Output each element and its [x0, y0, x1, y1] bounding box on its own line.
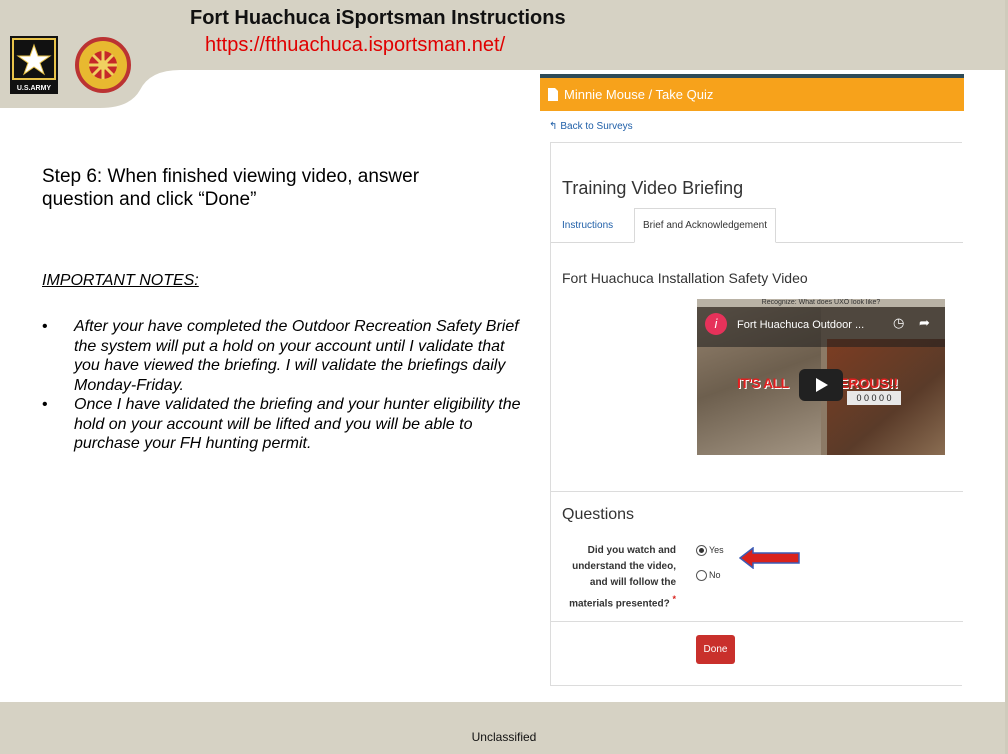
video-overlay-text-left: IT'S ALL: [737, 375, 789, 391]
note-text: Once I have validated the briefing and y…: [74, 396, 521, 452]
classification-label: Unclassified: [471, 730, 537, 744]
pointer-arrow-icon: [739, 547, 800, 569]
fort-huachuca-crest-icon: [75, 37, 131, 93]
video-player[interactable]: Recognize: What does UXO look like? i Fo…: [697, 299, 945, 455]
radio-option-no[interactable]: No: [696, 570, 721, 581]
step-instruction: Step 6: When finished viewing video, ans…: [42, 166, 420, 210]
watch-later-icon[interactable]: ◷: [893, 315, 904, 331]
radio-option-yes[interactable]: Yes: [696, 545, 724, 556]
bullet-icon: •: [42, 318, 48, 335]
video-overlay-text-right: EROUS!!: [839, 375, 899, 391]
list-item: • Once I have validated the briefing and …: [42, 395, 532, 454]
question-text: Did you watch and understand the video, …: [569, 545, 676, 610]
video-heading: Fort Huachuca Installation Safety Video: [562, 270, 808, 286]
radio-yes-label: Yes: [709, 545, 724, 555]
back-to-surveys-link[interactable]: ↰ Back to Surveys: [549, 121, 633, 132]
slide-footer: Unclassified: [0, 702, 1008, 754]
questions-heading: Questions: [562, 506, 635, 523]
breadcrumb-bar: Minnie Mouse / Take Quiz: [540, 78, 964, 111]
tab-instructions[interactable]: Instructions: [562, 208, 613, 243]
tab-bar: Instructions Brief and Acknowledgement: [551, 208, 963, 243]
video-caption: Recognize: What does UXO look like?: [697, 299, 945, 307]
radio-no[interactable]: [696, 570, 707, 581]
note-text: After your have completed the Outdoor Re…: [74, 318, 519, 394]
bullet-icon: •: [42, 396, 48, 413]
play-button[interactable]: [799, 369, 843, 401]
tab-brief-and-acknowledgement[interactable]: Brief and Acknowledgement: [634, 208, 776, 243]
radio-no-label: No: [709, 570, 721, 580]
section-divider: [551, 491, 963, 492]
breadcrumb: Minnie Mouse / Take Quiz: [564, 87, 714, 102]
army-logo-text: U.S.ARMY: [17, 85, 52, 92]
video-number-sign: 0 0 0 0 0: [847, 391, 901, 405]
army-logo: U.S.ARMY: [10, 36, 58, 94]
notes-title: IMPORTANT NOTES:: [42, 272, 199, 289]
page-title: Training Video Briefing: [562, 178, 744, 198]
quiz-card: Training Video Briefing Instructions Bri…: [550, 142, 963, 686]
video-channel-title[interactable]: Fort Huachuca Outdoor ...: [737, 319, 864, 331]
radio-yes[interactable]: [696, 545, 707, 556]
quiz-app-panel: Minnie Mouse / Take Quiz ↰ Back to Surve…: [540, 74, 964, 690]
back-link-label: Back to Surveys: [560, 121, 633, 132]
done-button[interactable]: Done: [696, 635, 735, 664]
question-label: Did you watch and understand the video, …: [562, 543, 676, 612]
reply-arrow-icon: ↰: [549, 121, 558, 132]
notes-list: • After your have completed the Outdoor R…: [42, 317, 532, 454]
channel-avatar[interactable]: i: [705, 313, 727, 335]
slide-title: Fort Huachuca iSportsman Instructions: [190, 7, 566, 29]
site-url[interactable]: https://fthuachuca.isportsman.net/: [205, 34, 505, 57]
button-divider: [551, 621, 963, 622]
required-marker: *: [672, 594, 676, 604]
list-item: • After your have completed the Outdoor R…: [42, 317, 532, 395]
document-icon: [548, 88, 558, 101]
share-icon[interactable]: ➦: [919, 315, 930, 331]
